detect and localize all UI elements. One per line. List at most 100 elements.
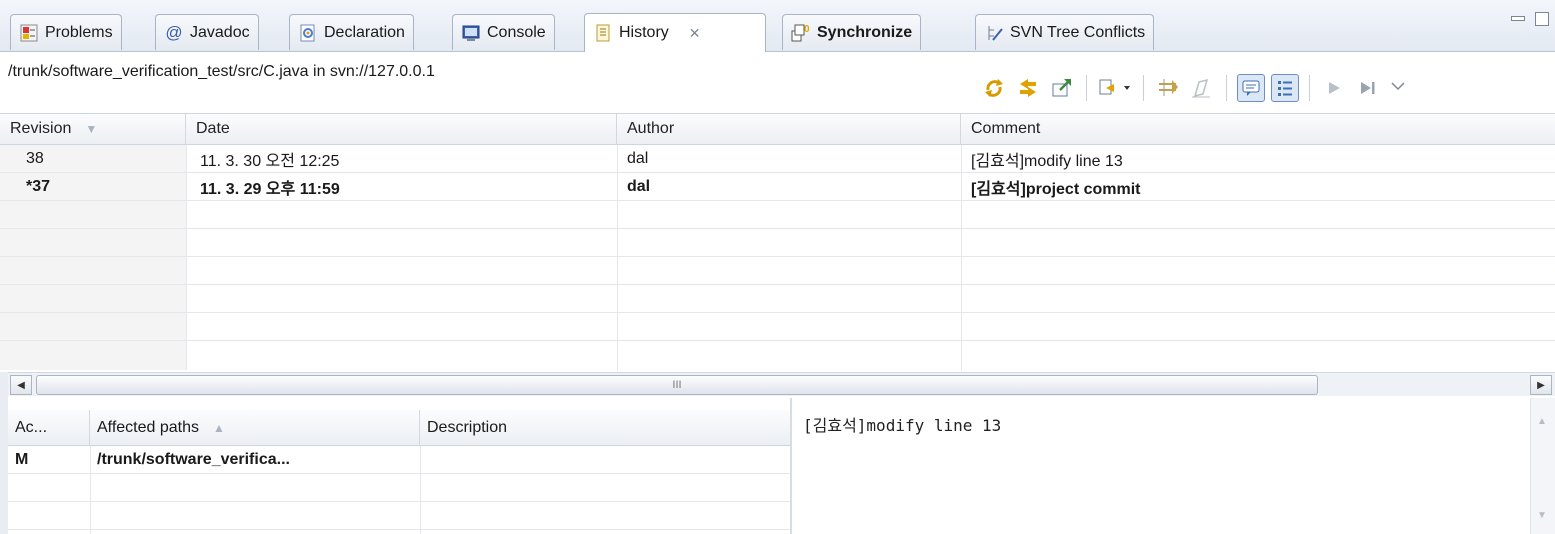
- tab-javadoc[interactable]: @ Javadoc: [155, 14, 259, 50]
- declaration-icon: [298, 23, 318, 43]
- compare-icon: [1099, 79, 1130, 95]
- column-header-label: Affected paths: [97, 419, 199, 436]
- table-row[interactable]: M /trunk/software_verifica...: [8, 446, 790, 474]
- toolbar-separator: [1143, 75, 1144, 101]
- pane-left-edge: [0, 372, 8, 534]
- cell-comment: [김효석]project commit: [971, 181, 1141, 198]
- tab-console[interactable]: Console: [452, 14, 555, 50]
- link-with-editor-button[interactable]: [1014, 74, 1042, 102]
- column-header-date[interactable]: Date: [186, 114, 617, 144]
- column-header-comment[interactable]: Comment: [961, 114, 1555, 144]
- history-icon: [593, 23, 613, 43]
- link-arrows-icon: [1020, 79, 1036, 97]
- refresh-button[interactable]: [980, 74, 1008, 102]
- cell-revision: *37: [26, 178, 51, 195]
- empty-row: [0, 341, 1555, 369]
- tab-problems[interactable]: Problems: [10, 14, 122, 50]
- scrollbar-thumb[interactable]: III: [36, 375, 1318, 395]
- tab-history[interactable]: History ✕: [584, 13, 766, 52]
- cell-date: 11. 3. 30 오전 12:25: [200, 153, 340, 170]
- scroll-left-button[interactable]: ◀: [10, 375, 32, 395]
- column-header-affected-paths[interactable]: Affected paths ▲: [90, 410, 420, 446]
- arrow-left-icon: ◀: [17, 379, 25, 391]
- comment-text-area[interactable]: [김효석]modify line 13: [803, 412, 1001, 436]
- column-header-author[interactable]: Author: [617, 114, 961, 144]
- merge-icon: [1159, 79, 1178, 96]
- show-affected-paths-toggle[interactable]: [1271, 74, 1299, 102]
- tab-synchronize[interactable]: 0 Synchronize: [782, 14, 922, 50]
- column-header-label: Date: [196, 120, 230, 137]
- column-header-description[interactable]: Description: [420, 410, 790, 446]
- window-controls: [1511, 12, 1549, 26]
- column-header-label: Revision: [10, 120, 72, 137]
- play-icon: [1329, 82, 1340, 94]
- history-toolbar: [980, 70, 1408, 106]
- empty-row: [8, 474, 790, 502]
- horizontal-scrollbar[interactable]: ◀ III ▶: [8, 372, 1555, 396]
- export-icon: [1052, 79, 1071, 97]
- cell-author: dal: [627, 178, 651, 195]
- view-tab-bar: Problems @ Javadoc Declaration Console H…: [0, 0, 1555, 52]
- column-header-revision[interactable]: Revision ▼: [0, 114, 186, 144]
- pane-splitter[interactable]: [790, 398, 792, 534]
- vertical-scrollbar[interactable]: ▲ ▼: [1530, 398, 1555, 534]
- scroll-up-icon[interactable]: ▲: [1537, 416, 1547, 427]
- show-comments-toggle[interactable]: [1237, 74, 1265, 102]
- cell-affected-path: /trunk/software_verifica...: [97, 451, 290, 468]
- column-header-label: Ac...: [15, 419, 48, 436]
- empty-row: [8, 502, 790, 530]
- minimize-button[interactable]: [1511, 16, 1525, 21]
- toolbar-separator: [1226, 75, 1227, 101]
- compare-dropdown-button[interactable]: [1097, 74, 1133, 102]
- sort-ascending-icon: ▲: [213, 421, 225, 435]
- column-header-action[interactable]: Ac...: [8, 410, 90, 446]
- at-icon: @: [165, 22, 183, 42]
- cell-comment: [김효석]modify line 13: [971, 153, 1123, 170]
- toolbar-separator: [1086, 75, 1087, 101]
- merge-button[interactable]: [1154, 74, 1182, 102]
- column-header-label: Comment: [971, 120, 1041, 137]
- cell-author: dal: [627, 150, 649, 167]
- problems-icon: [19, 23, 39, 43]
- scroll-right-button[interactable]: ▶: [1530, 375, 1552, 395]
- svg-text:0: 0: [804, 24, 810, 35]
- synchronize-icon: 0: [791, 23, 811, 43]
- scrollbar-grip: III: [672, 379, 682, 391]
- export-button[interactable]: [1048, 74, 1076, 102]
- tab-svn-tree-conflicts[interactable]: SVN Tree Conflicts: [975, 14, 1155, 50]
- svn-tree-conflicts-icon: [984, 23, 1004, 43]
- affected-paths-header: Ac... Affected paths ▲ Description: [8, 410, 790, 446]
- revision-table-body: 38 11. 3. 30 오전 12:25 dal [김효석]modify li…: [0, 145, 1555, 370]
- empty-row: [0, 285, 1555, 313]
- close-icon[interactable]: ✕: [689, 25, 701, 42]
- table-row[interactable]: 38 11. 3. 30 오전 12:25 dal [김효석]modify li…: [0, 145, 1555, 173]
- cell-date: 11. 3. 29 오후 11:59: [200, 181, 340, 198]
- pencil-button[interactable]: [1188, 74, 1216, 102]
- scroll-down-icon[interactable]: ▼: [1537, 510, 1547, 521]
- cell-revision: 38: [26, 150, 44, 167]
- empty-row: [0, 229, 1555, 257]
- toolbar-separator: [1309, 75, 1310, 101]
- cell-description: [420, 446, 790, 474]
- tab-declaration[interactable]: Declaration: [289, 14, 414, 50]
- resource-path: /trunk/software_verification_test/src/C.…: [8, 63, 435, 80]
- empty-row: [0, 313, 1555, 341]
- comment-icon: [1242, 80, 1260, 96]
- tab-label: Problems: [45, 23, 113, 41]
- table-row[interactable]: *37 11. 3. 29 오후 11:59 dal [김효석]project …: [0, 173, 1555, 201]
- tab-label: Declaration: [324, 23, 405, 41]
- empty-row: [0, 201, 1555, 229]
- chevron-down-icon: [1391, 82, 1405, 91]
- view-menu-button[interactable]: [1388, 74, 1408, 102]
- play-to-end-icon: [1361, 82, 1375, 94]
- play-button[interactable]: [1320, 74, 1348, 102]
- column-header-label: Author: [627, 120, 675, 137]
- play-to-end-button[interactable]: [1354, 74, 1382, 102]
- tab-label: SVN Tree Conflicts: [1010, 23, 1146, 41]
- pencil-icon: [1192, 78, 1210, 98]
- refresh-icon: [985, 79, 1003, 97]
- tab-label: Console: [487, 23, 546, 41]
- tab-label: Synchronize: [817, 23, 913, 41]
- cell-action: M: [15, 451, 29, 468]
- maximize-button[interactable]: [1535, 12, 1549, 26]
